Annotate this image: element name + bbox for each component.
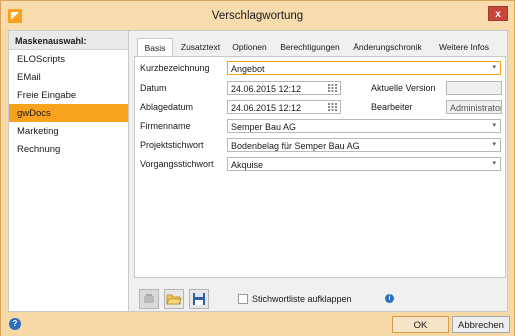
tab-berechtigungen[interactable]: Berechtigungen	[276, 38, 344, 56]
save-button[interactable]	[189, 289, 209, 309]
kurzbezeichnung-field[interactable]: Angebot ▾	[227, 61, 501, 75]
dialog-footer: ? OK Abbrechen	[1, 312, 514, 336]
vorgangsstichwort-label: Vorgangsstichwort	[140, 159, 214, 169]
chevron-down-icon[interactable]: ▾	[492, 121, 496, 129]
ok-button[interactable]: OK	[392, 316, 449, 333]
projektstichwort-label: Projektstichwort	[140, 140, 204, 150]
mask-sidebar: Maskenauswahl: ELOScripts EMail Freie Ei…	[9, 31, 129, 311]
chevron-down-icon[interactable]: ▾	[492, 140, 496, 148]
open-button[interactable]	[164, 289, 184, 309]
ablagedatum-value: 24.06.2015 12:12	[231, 103, 302, 113]
firmenname-label: Firmenname	[140, 121, 191, 131]
tab-aenderungschronik[interactable]: Änderungschronik	[349, 38, 426, 56]
title-bar: Verschlagwortung x	[1, 1, 514, 30]
ablagedatum-label: Ablagedatum	[140, 102, 194, 112]
bearbeiter-field: Administrator	[446, 100, 502, 114]
cancel-button[interactable]: Abbrechen	[452, 316, 510, 333]
sidebar-item-email[interactable]: EMail	[9, 68, 128, 86]
datum-value: 24.06.2015 12:12	[231, 84, 302, 94]
kurzbezeichnung-label: Kurzbezeichnung	[140, 63, 210, 73]
projektstichwort-field[interactable]: Bodenbelag für Semper Bau AG ▾	[227, 138, 501, 152]
info-icon[interactable]: i	[385, 294, 394, 303]
chevron-down-icon[interactable]: ▾	[492, 63, 496, 71]
dialog-content: Maskenauswahl: ELOScripts EMail Freie Ei…	[8, 30, 508, 312]
tab-zusatztext[interactable]: Zusatztext	[178, 38, 223, 56]
sidebar-item-marketing[interactable]: Marketing	[9, 122, 128, 140]
calendar-icon[interactable]	[328, 84, 337, 92]
sidebar-item-rechnung[interactable]: Rechnung	[9, 140, 128, 158]
aktuelle-version-label: Aktuelle Version	[371, 83, 436, 93]
kurzbezeichnung-value: Angebot	[231, 64, 265, 74]
projektstichwort-value: Bodenbelag für Semper Bau AG	[231, 141, 360, 151]
keyword-button[interactable]	[139, 289, 159, 309]
dialog-window: Verschlagwortung x Maskenauswahl: ELOScr…	[0, 0, 515, 336]
calendar-icon[interactable]	[328, 103, 337, 111]
vorgangsstichwort-field[interactable]: Akquise ▾	[227, 157, 501, 171]
open-folder-icon	[166, 294, 182, 305]
sidebar-item-eloscripts[interactable]: ELOScripts	[9, 50, 128, 68]
ablagedatum-field[interactable]: 24.06.2015 12:12	[227, 100, 341, 114]
basis-panel: Kurzbezeichnung Angebot ▾ Datum 24.06.20…	[134, 56, 506, 278]
sidebar-item-gwdocs[interactable]: gwDocs	[9, 104, 128, 122]
sidebar-header: Maskenauswahl:	[9, 31, 128, 50]
stichwortliste-label: Stichwortliste aufklappen	[252, 294, 352, 304]
stichwortliste-checkbox[interactable]	[238, 294, 248, 304]
tab-weitere-infos[interactable]: Weitere Infos	[431, 38, 497, 56]
datum-field[interactable]: 24.06.2015 12:12	[227, 81, 341, 95]
close-icon: x	[495, 9, 501, 20]
sidebar-item-freie-eingabe[interactable]: Freie Eingabe	[9, 86, 128, 104]
chevron-down-icon[interactable]: ▾	[492, 159, 496, 167]
firmenname-value: Semper Bau AG	[231, 122, 297, 132]
close-button[interactable]: x	[488, 6, 508, 21]
tab-optionen[interactable]: Optionen	[229, 38, 270, 56]
save-icon	[193, 293, 205, 305]
bearbeiter-label: Bearbeiter	[371, 102, 413, 112]
help-icon[interactable]: ?	[9, 318, 21, 330]
firmenname-field[interactable]: Semper Bau AG ▾	[227, 119, 501, 133]
keyword-icon	[144, 294, 154, 303]
tab-basis[interactable]: Basis	[137, 38, 173, 57]
datum-label: Datum	[140, 83, 167, 93]
vorgangsstichwort-value: Akquise	[231, 160, 264, 170]
aktuelle-version-field	[446, 81, 502, 95]
window-title: Verschlagwortung	[211, 10, 304, 22]
